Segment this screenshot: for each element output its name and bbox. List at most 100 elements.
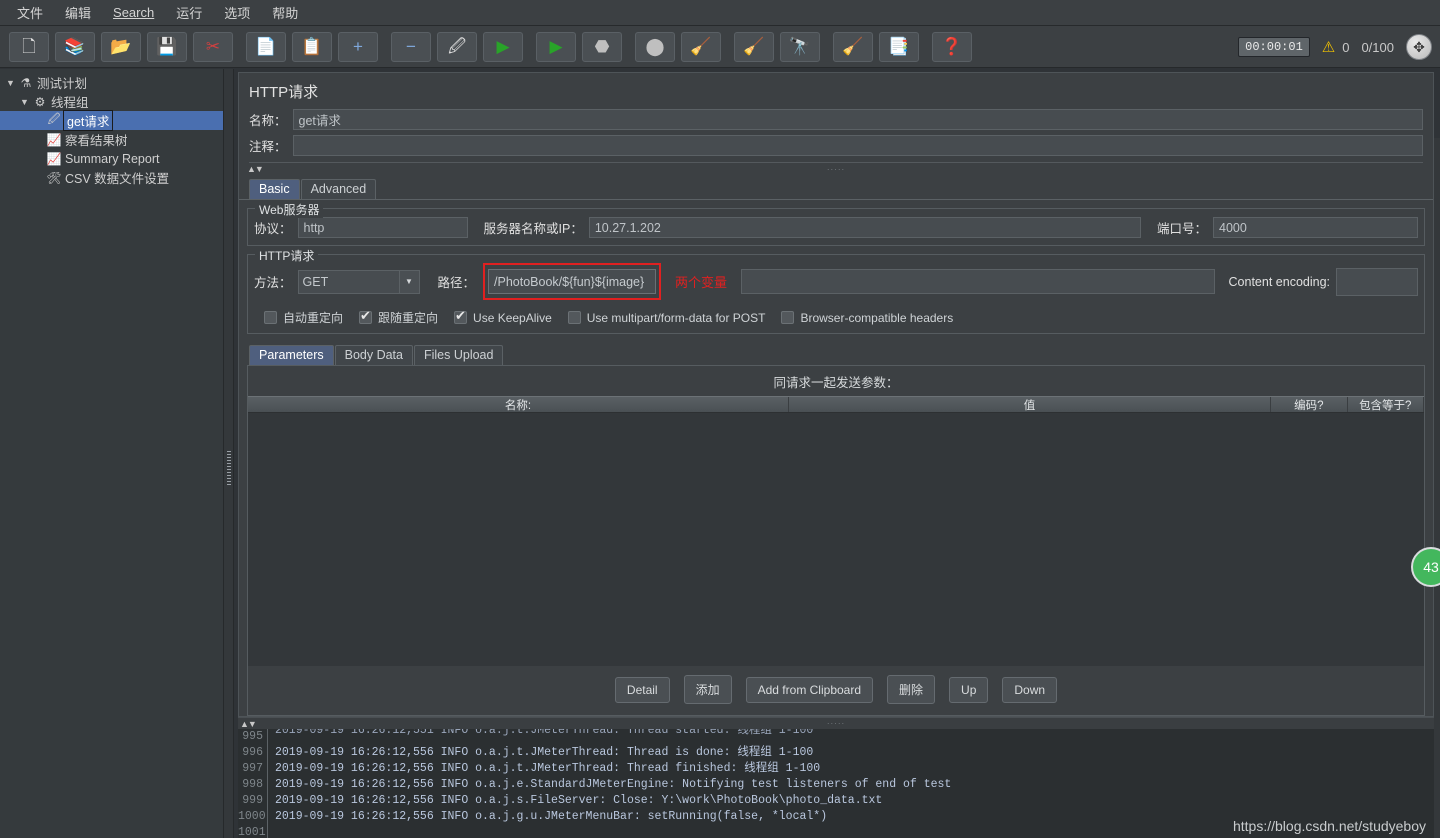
stop-all-threads-button[interactable]: ✥ <box>1406 34 1432 60</box>
path-input[interactable] <box>488 269 657 294</box>
new-test-plan-icon: 🗋 <box>22 37 36 56</box>
column-header-1[interactable]: 值 <box>789 397 1272 412</box>
parameters-action-buttons[interactable]: Detail 添加 Add from Clipboard 删除 Up Down <box>248 666 1424 715</box>
checkbox-unchecked-icon[interactable] <box>781 311 795 324</box>
splitter-grip[interactable] <box>227 451 231 485</box>
button-删除[interactable]: 删除 <box>887 675 936 704</box>
start-no-pauses-button[interactable]: ▶ <box>536 31 576 62</box>
param-tab-1[interactable]: Body Data <box>334 345 413 365</box>
search-button[interactable]: 🔭 <box>780 31 820 62</box>
tree-twisty-icon[interactable]: ▼ <box>4 78 17 88</box>
expand-all-button[interactable]: + <box>338 31 378 62</box>
column-header-0[interactable]: 名称: <box>248 397 789 412</box>
new-test-plan-button[interactable]: 🗋 <box>9 31 49 62</box>
collapse-all-button[interactable]: − <box>391 31 431 62</box>
elapsed-timer: 00:00:01 <box>1238 37 1310 57</box>
checkbox-3[interactable]: Use multipart/form-data for POST <box>567 310 766 325</box>
search-icon: 🔭 <box>789 37 811 56</box>
port-input[interactable] <box>1213 217 1418 238</box>
toolbar-status-area: 00:00:01 ⚠ 0 0/100 ✥ <box>1238 26 1432 68</box>
section-collapse-strip[interactable]: ▲▼ ····· <box>247 162 1423 175</box>
parameters-table-body[interactable] <box>248 413 1424 666</box>
right-edge-scrollbar[interactable] <box>1434 138 1440 838</box>
tab-advanced[interactable]: Advanced <box>300 179 377 199</box>
method-select[interactable]: GETPOSTPUTDELETEHEADOPTIONSPATCH <box>297 269 420 294</box>
menu-item-3[interactable]: 运行 <box>165 0 213 25</box>
parameters-tabs[interactable]: Parameters Body Data Files Upload <box>249 344 1433 365</box>
vertical-splitter[interactable] <box>224 69 234 838</box>
menu-item-0[interactable]: 文件 <box>6 0 54 25</box>
open-button[interactable]: 📂 <box>101 31 141 62</box>
templates-icon: 📚 <box>64 37 86 56</box>
name-input[interactable] <box>292 109 1423 130</box>
column-header-3[interactable]: 包含等于? <box>1348 397 1424 412</box>
comment-input[interactable] <box>292 135 1423 156</box>
log-collapse-arrows-icon[interactable]: ▲▼ <box>240 719 257 729</box>
clear-button[interactable]: 🧹 <box>681 31 721 62</box>
shutdown-button[interactable]: ⬤ <box>635 31 675 62</box>
toolbar: 🗋 📚 📂 💾 ✂ 📄 📋 + − 🖉 ▶ ▶ ⬣ ⬤ 🧹 🧹 🔭 🧹 📑 ❓ 00:00:01 ⚠ 0 0/100 … <box>0 26 1440 68</box>
checkbox-4[interactable]: Browser-compatible headers <box>781 311 953 325</box>
toggle-button[interactable]: 🖉 <box>437 31 477 62</box>
log-line-number: 997 <box>242 762 263 775</box>
comment-field-row: 注释： <box>239 134 1433 157</box>
collapse-all-icon: − <box>406 37 416 56</box>
button-添加[interactable]: 添加 <box>683 675 732 704</box>
parameters-panel: 同请求一起发送参数： 名称: 值编码? 包含等于? Detail 添加 Add from… <box>247 365 1425 716</box>
column-header-2[interactable]: 编码? <box>1271 397 1348 412</box>
editor-tabs[interactable]: Basic Advanced <box>239 179 1433 200</box>
protocol-input[interactable] <box>297 217 468 238</box>
open-icon: 📂 <box>110 37 132 56</box>
menu-item-5[interactable]: 帮助 <box>261 0 309 25</box>
checkbox-2[interactable]: Use KeepAlive <box>454 308 552 325</box>
tree-item-1[interactable]: ▼ ⚙ 线程组 <box>0 92 223 111</box>
checkbox-unchecked-icon[interactable] <box>567 311 581 324</box>
copy-button[interactable]: 📄 <box>246 31 286 62</box>
checkbox-label: Use multipart/form-data for POST <box>586 310 766 325</box>
log-console: ▲▼ ····· 995 996 997 998 999 1000 1001 2019-09… <box>238 717 1434 838</box>
request-options-checkboxes[interactable]: 自动重定向 跟随重定向 Use KeepAlive Use multipart/for… <box>264 308 1418 326</box>
templates-button[interactable]: 📚 <box>55 31 95 62</box>
tree-item-4[interactable]: 📈 Summary Report <box>0 149 223 168</box>
start-button[interactable]: ▶ <box>483 31 523 62</box>
test-plan-tree[interactable]: ▼ ⚗ 测试计划 ▼ ⚙ 线程组 🖉 get请求 📈 察看结果树 📈 Summary Report 🛠 C… <box>0 69 224 838</box>
menu-item-4[interactable]: 选项 <box>213 0 261 25</box>
menu-item-1[interactable]: 编辑 <box>54 0 102 25</box>
help-button[interactable]: ❓ <box>932 31 972 62</box>
save-button[interactable]: 💾 <box>147 31 187 62</box>
function-helper-button[interactable]: 📑 <box>879 31 919 62</box>
button-down[interactable]: Down <box>1002 676 1058 703</box>
tree-twisty-icon[interactable]: ▼ <box>18 97 31 107</box>
warning-indicator[interactable]: ⚠ 0 <box>1322 38 1350 56</box>
tab-basic[interactable]: Basic <box>249 179 300 199</box>
log-collapse-strip[interactable]: ▲▼ ····· <box>238 718 1434 729</box>
reset-search-button[interactable]: 🧹 <box>833 31 873 62</box>
button-add-from-clipboard[interactable]: Add from Clipboard <box>745 676 874 703</box>
stop-button[interactable]: ⬣ <box>582 31 622 62</box>
content-encoding-input[interactable] <box>1336 267 1418 296</box>
param-tab-0[interactable]: Parameters <box>249 345 334 365</box>
collapse-arrows-icon[interactable]: ▲▼ <box>247 164 264 174</box>
paste-button[interactable]: 📋 <box>292 31 332 62</box>
red-annotation-text: 两个变量 <box>675 275 728 290</box>
menu-item-2[interactable]: Search <box>102 2 165 23</box>
clear-all-button[interactable]: 🧹 <box>734 31 774 62</box>
checkbox-1[interactable]: 跟随重定向 <box>359 308 438 326</box>
checkbox-unchecked-icon[interactable] <box>264 311 277 324</box>
server-name-or-ip-input[interactable] <box>588 217 1141 238</box>
button-detail[interactable]: Detail <box>614 676 670 703</box>
param-tab-2[interactable]: Files Upload <box>413 345 504 365</box>
tree-node-icon: ⚙ <box>34 94 46 109</box>
tree-item-3[interactable]: 📈 察看结果树 <box>0 130 223 149</box>
parameters-caption: 同请求一起发送参数： <box>773 376 899 390</box>
cut-button[interactable]: ✂ <box>193 31 233 62</box>
checkbox-checked-icon[interactable] <box>454 308 468 324</box>
tree-item-2[interactable]: 🖉 get请求 <box>0 110 223 131</box>
path-spacer-input[interactable] <box>741 269 1215 294</box>
method-combo-wrap[interactable]: GETPOSTPUTDELETEHEADOPTIONSPATCH ▼ <box>297 269 420 294</box>
tree-item-0[interactable]: ▼ ⚗ 测试计划 <box>0 73 223 92</box>
checkbox-checked-icon[interactable] <box>359 308 373 324</box>
tree-item-5[interactable]: 🛠 CSV 数据文件设置 <box>0 168 223 187</box>
button-up[interactable]: Up <box>949 676 989 703</box>
checkbox-0[interactable]: 自动重定向 <box>264 309 343 326</box>
